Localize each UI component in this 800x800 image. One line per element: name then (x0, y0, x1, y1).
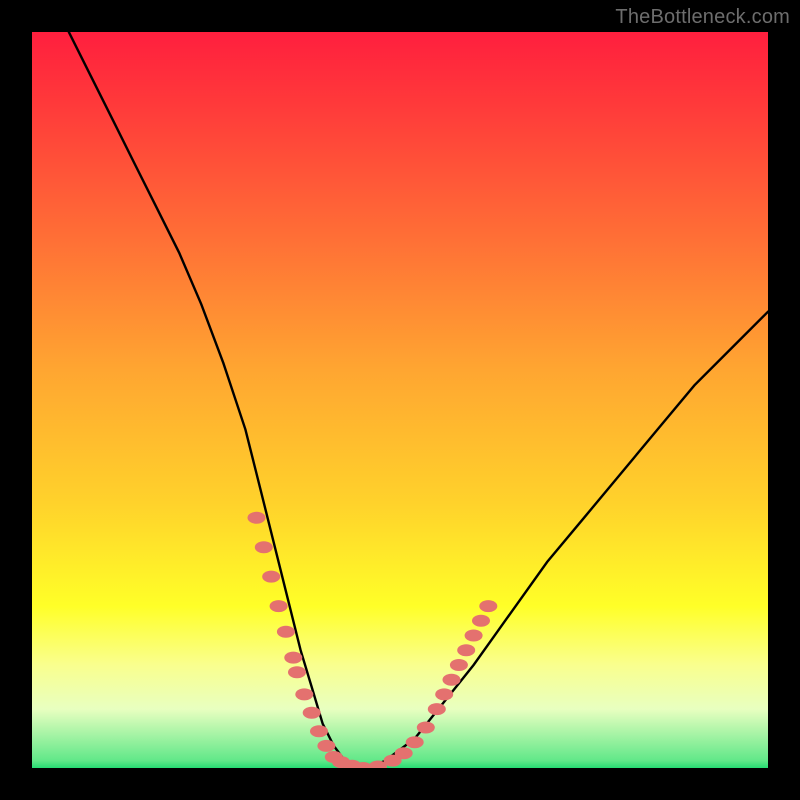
curve-marker (479, 600, 497, 612)
curve-layer (32, 32, 768, 768)
curve-marker (255, 541, 273, 553)
plot-area (32, 32, 768, 768)
curve-marker (457, 644, 475, 656)
curve-marker (262, 571, 280, 583)
curve-marker (472, 615, 490, 627)
curve-marker (295, 688, 313, 700)
curve-marker (310, 725, 328, 737)
curve-marker (443, 674, 461, 686)
curve-marker (317, 740, 335, 752)
curve-marker (270, 600, 288, 612)
curve-marker (303, 707, 321, 719)
chart-frame: TheBottleneck.com (0, 0, 800, 800)
curve-marker (248, 512, 266, 524)
curve-marker (428, 703, 446, 715)
curve-marker (435, 688, 453, 700)
curve-marker (288, 666, 306, 678)
curve-marker (417, 722, 435, 734)
curve-marker (395, 747, 413, 759)
bottleneck-curve (69, 32, 768, 768)
watermark-text: TheBottleneck.com (615, 6, 790, 29)
curve-marker (277, 626, 295, 638)
curve-marker (284, 652, 302, 664)
curve-marker (406, 736, 424, 748)
curve-marker (465, 630, 483, 642)
curve-marker (450, 659, 468, 671)
curve-markers (248, 512, 498, 768)
